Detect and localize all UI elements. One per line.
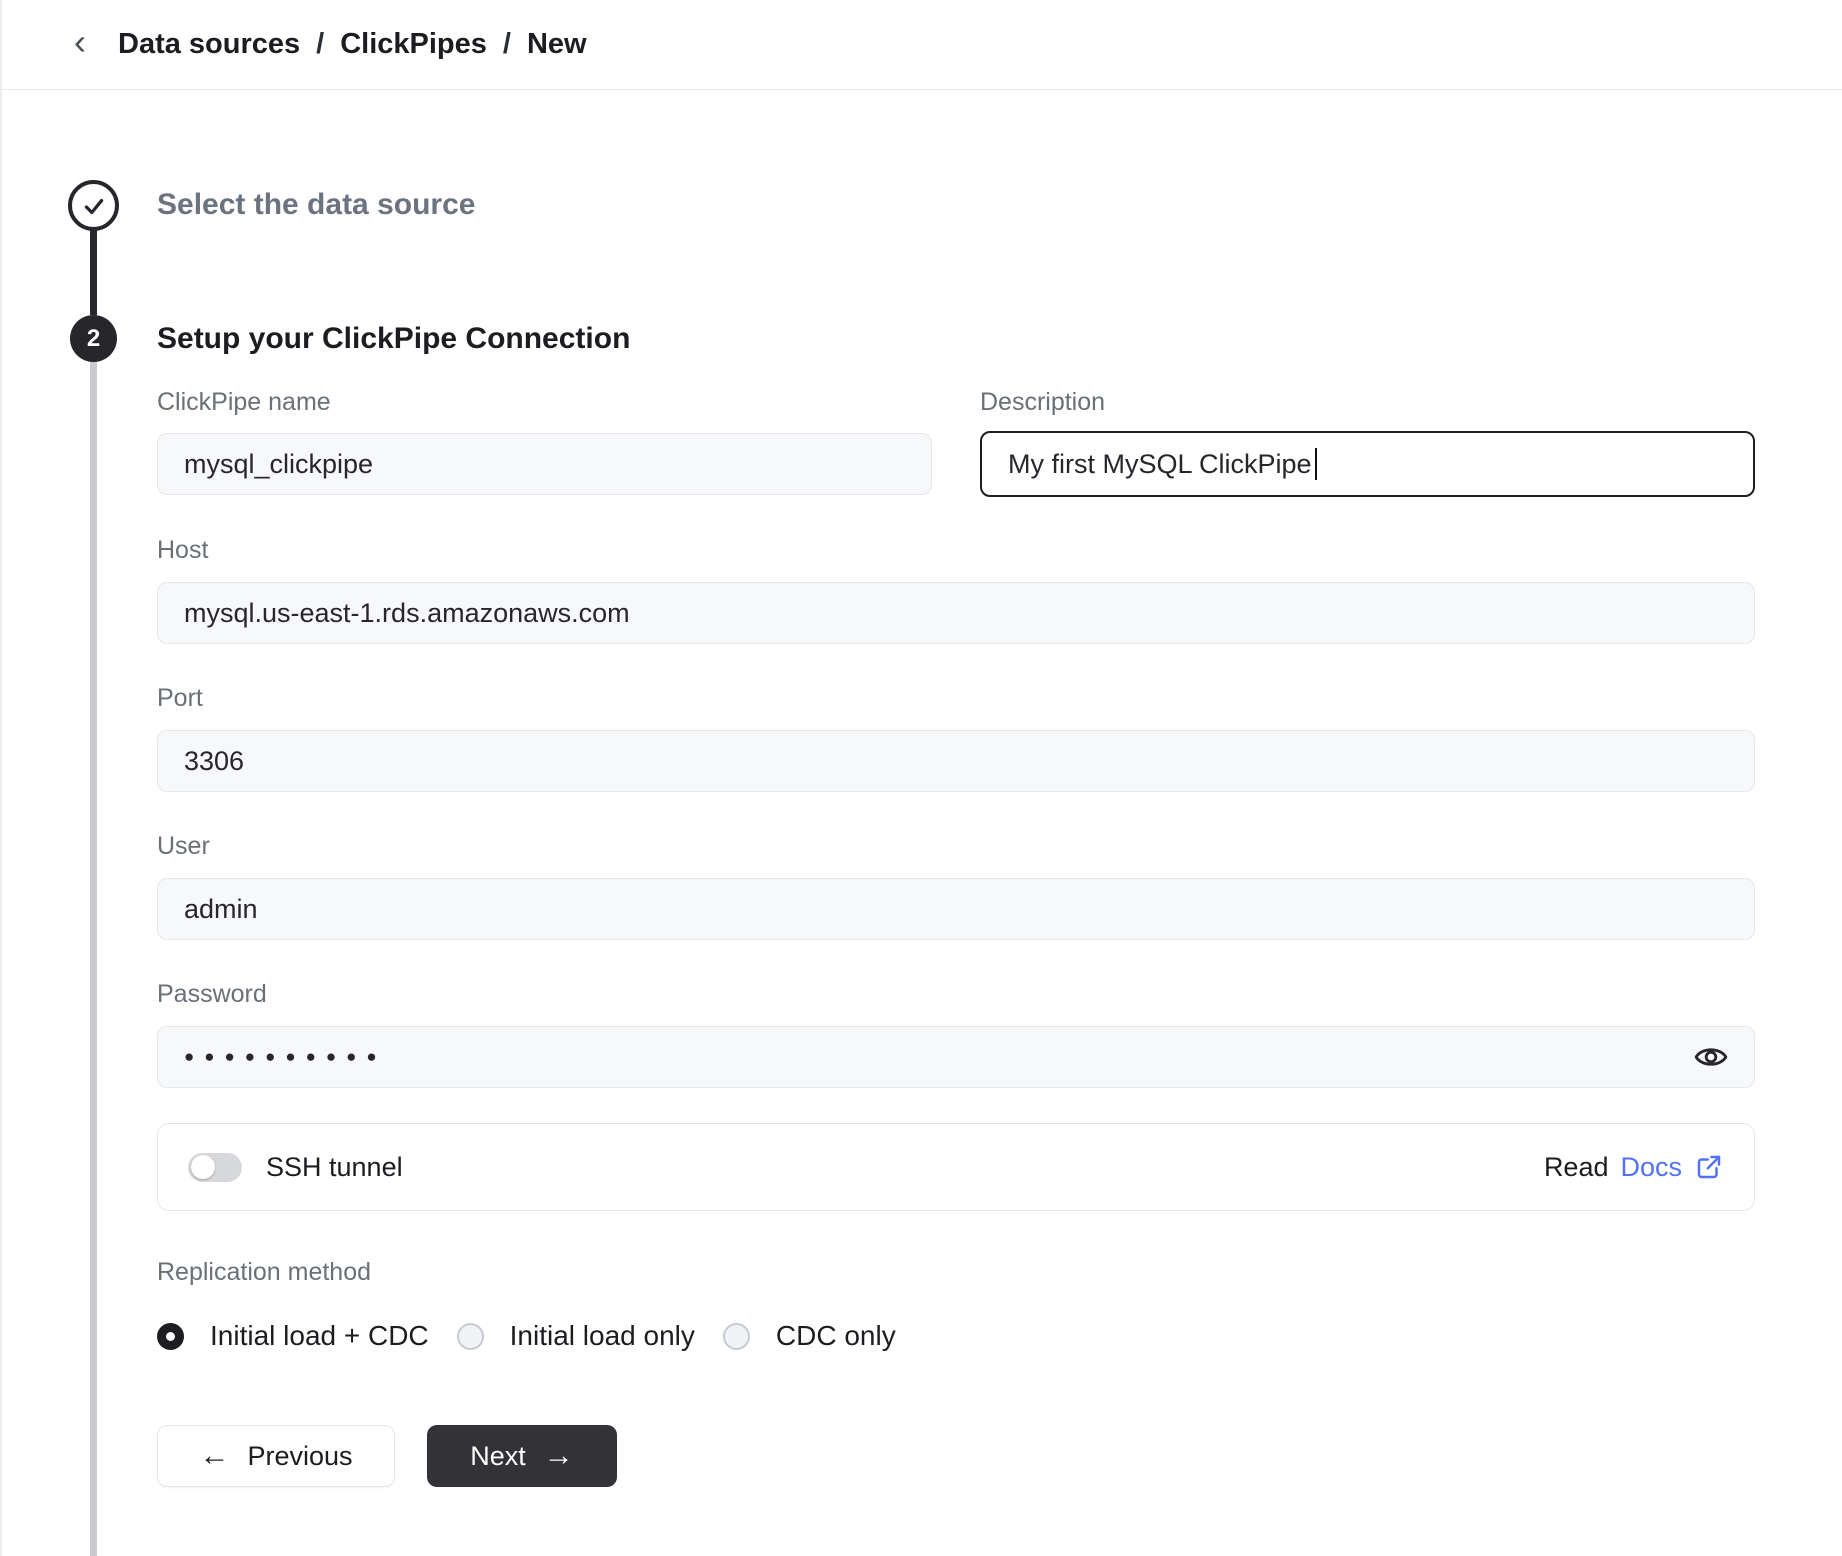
user-value: admin	[184, 894, 258, 925]
next-button[interactable]: Next →	[427, 1425, 617, 1487]
breadcrumb: Data sources / ClickPipes / New	[118, 28, 587, 61]
breadcrumb-clickpipes[interactable]: ClickPipes	[340, 28, 487, 61]
clickpipe-name-label: ClickPipe name	[157, 388, 331, 417]
external-link-icon[interactable]	[1694, 1152, 1724, 1182]
host-input[interactable]: mysql.us-east-1.rds.amazonaws.com	[157, 582, 1755, 644]
ssh-tunnel-toggle[interactable]	[188, 1153, 242, 1182]
host-value: mysql.us-east-1.rds.amazonaws.com	[184, 598, 630, 629]
next-button-label: Next	[470, 1441, 526, 1472]
port-input[interactable]: 3306	[157, 730, 1755, 792]
ssh-tunnel-label: SSH tunnel	[266, 1152, 403, 1183]
text-cursor	[1315, 448, 1318, 480]
host-label: Host	[157, 536, 208, 565]
port-label: Port	[157, 684, 203, 713]
read-text: Read	[1544, 1152, 1609, 1183]
step-2-indicator: 2	[70, 315, 117, 362]
arrow-right-icon: →	[544, 1441, 574, 1471]
radio-option-initial-load-cdc[interactable]: Initial load + CDC	[157, 1320, 429, 1352]
ssh-tunnel-section: SSH tunnel Read Docs	[157, 1123, 1755, 1211]
arrow-left-icon: ←	[199, 1441, 229, 1471]
password-input[interactable]: ●●●●●●●●●●	[157, 1026, 1755, 1088]
check-icon	[81, 193, 107, 219]
user-input[interactable]: admin	[157, 878, 1755, 940]
port-value: 3306	[184, 746, 244, 777]
radio-label: CDC only	[776, 1320, 896, 1352]
clickpipe-name-value: mysql_clickpipe	[184, 449, 373, 480]
breadcrumb-separator: /	[316, 28, 324, 61]
toggle-knob	[191, 1155, 215, 1179]
step-1-completed-indicator	[68, 180, 119, 231]
password-label: Password	[157, 980, 267, 1009]
breadcrumb-data-sources[interactable]: Data sources	[118, 28, 300, 61]
radio-unselected-icon[interactable]	[457, 1323, 484, 1350]
back-chevron-icon[interactable]: ‹	[60, 25, 100, 65]
radio-label: Initial load only	[510, 1320, 695, 1352]
stepper-connector-gray	[90, 361, 97, 1556]
radio-option-cdc-only[interactable]: CDC only	[723, 1320, 896, 1352]
step-1-title: Select the data source	[157, 188, 475, 222]
radio-selected-icon[interactable]	[157, 1323, 184, 1350]
replication-method-label: Replication method	[157, 1258, 371, 1287]
docs-link[interactable]: Docs	[1620, 1152, 1682, 1183]
radio-unselected-icon[interactable]	[723, 1323, 750, 1350]
user-label: User	[157, 832, 210, 861]
description-input[interactable]: My first MySQL ClickPipe	[980, 431, 1755, 497]
breadcrumb-new: New	[527, 28, 587, 61]
description-label: Description	[980, 388, 1105, 417]
description-value: My first MySQL ClickPipe	[1008, 449, 1312, 480]
top-navigation-bar: ‹ Data sources / ClickPipes / New	[2, 0, 1842, 90]
wizard-actions: ← Previous Next →	[157, 1425, 617, 1487]
step-2-number: 2	[87, 325, 100, 353]
previous-button[interactable]: ← Previous	[157, 1425, 395, 1487]
breadcrumb-separator: /	[503, 28, 511, 61]
replication-method-options: Initial load + CDC Initial load only CDC…	[157, 1320, 896, 1352]
stepper-connector-dark	[90, 230, 97, 315]
radio-option-initial-load-only[interactable]: Initial load only	[457, 1320, 695, 1352]
step-2-title: Setup your ClickPipe Connection	[157, 322, 630, 356]
clickpipe-name-input[interactable]: mysql_clickpipe	[157, 433, 932, 495]
previous-button-label: Previous	[247, 1441, 352, 1472]
radio-label: Initial load + CDC	[210, 1320, 429, 1352]
eye-icon[interactable]	[1694, 1040, 1728, 1074]
password-masked-value: ●●●●●●●●●●	[184, 1047, 387, 1067]
